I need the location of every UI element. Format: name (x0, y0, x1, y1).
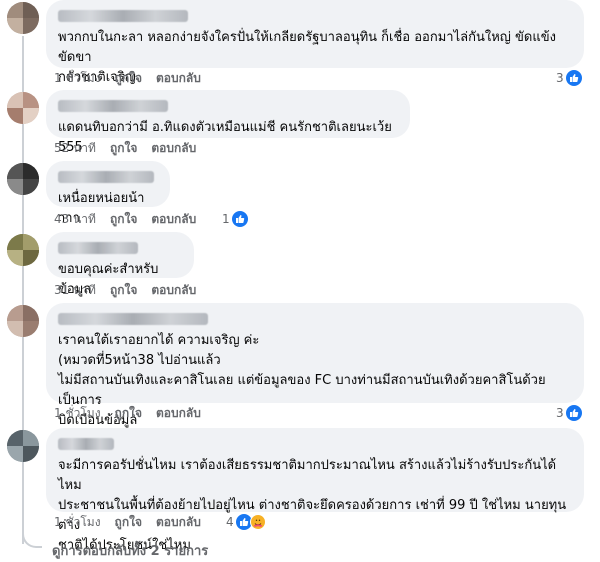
like-link[interactable]: ถูกใจ (110, 211, 137, 227)
like-link[interactable]: ถูกใจ (110, 282, 137, 298)
comment-bubble: แดดนทิบอกว่ามี อ.ทิแดงตัวเหมือนแม่ชี คนร… (46, 90, 410, 155)
reaction-count: 4 (226, 515, 234, 529)
see-replies-link[interactable]: ดูการตอบกลับทั้ง 2 รายการ (52, 540, 208, 561)
reaction-summary[interactable]: 1 (222, 211, 248, 227)
timestamp[interactable]: 1 ชั่วโมง (54, 514, 101, 530)
comment-bubble: เหนื่อยหน่อยน้าาาา (46, 161, 170, 226)
reply-link[interactable]: ตอบกลับ (156, 514, 201, 530)
reaction-count: 3 (556, 71, 564, 85)
comment-actions: 1 ชั่วโมง ถูกใจ ตอบกลับ (54, 70, 201, 86)
reply-link[interactable]: ตอบกลับ (156, 405, 201, 421)
reaction-count: 3 (556, 406, 564, 420)
comment-actions: 31 นาที ถูกใจ ตอบกลับ (54, 282, 196, 298)
comment-bubble: พวกกบในกะลา หลอกง่ายจังใครปั่นให้เกลียดร… (46, 0, 584, 85)
like-link[interactable]: ถูกใจ (115, 405, 142, 421)
reaction-summary[interactable]: 3 (556, 405, 582, 421)
like-icon (231, 211, 248, 227)
avatar[interactable] (7, 305, 39, 337)
comment-bubble: ขอบคุณค่ะสำหรับข้อมูล (46, 232, 194, 297)
timestamp[interactable]: 1 ชั่วโมง (54, 70, 101, 86)
timestamp[interactable]: 43 นาที (54, 211, 96, 227)
reply-link[interactable]: ตอบกลับ (156, 70, 201, 86)
reaction-summary[interactable]: 4 (226, 514, 266, 530)
like-icon (565, 70, 582, 86)
author-name-redacted[interactable] (58, 100, 168, 112)
author-name-redacted[interactable] (58, 242, 138, 254)
author-name-redacted[interactable] (58, 10, 188, 22)
author-name-redacted[interactable] (58, 313, 208, 325)
reaction-count: 1 (222, 212, 230, 226)
avatar[interactable] (7, 430, 39, 462)
like-link[interactable]: ถูกใจ (115, 70, 142, 86)
like-icon (565, 405, 582, 421)
care-hug-icon (249, 514, 266, 530)
comment-actions: 1 ชั่วโมง ถูกใจ ตอบกลับ (54, 405, 201, 421)
thread-connector (22, 528, 42, 548)
comment-bubble: จะมีการคอรัปชั่นไหม เราต้องเสียธรรมชาติม… (46, 428, 584, 553)
avatar[interactable] (7, 2, 39, 34)
like-link[interactable]: ถูกใจ (110, 140, 137, 156)
timestamp[interactable]: 52 นาที (54, 140, 96, 156)
comment-bubble: เราคนใต้เราอยากได้ ความเจริญ ค่ะ (หมวดที… (46, 303, 584, 428)
like-link[interactable]: ถูกใจ (115, 514, 142, 530)
avatar[interactable] (7, 234, 39, 266)
comment-actions: 1 ชั่วโมง ถูกใจ ตอบกลับ (54, 514, 201, 530)
reply-link[interactable]: ตอบกลับ (151, 211, 196, 227)
avatar[interactable] (7, 92, 39, 124)
author-name-redacted[interactable] (58, 438, 114, 450)
author-name-redacted[interactable] (58, 171, 154, 183)
timestamp[interactable]: 31 นาที (54, 282, 96, 298)
reaction-summary[interactable]: 3 (556, 70, 582, 86)
comment-actions: 52 นาที ถูกใจ ตอบกลับ (54, 140, 196, 156)
timestamp[interactable]: 1 ชั่วโมง (54, 405, 101, 421)
reply-link[interactable]: ตอบกลับ (151, 140, 196, 156)
comment-actions: 43 นาที ถูกใจ ตอบกลับ (54, 211, 196, 227)
reply-link[interactable]: ตอบกลับ (151, 282, 196, 298)
avatar[interactable] (7, 163, 39, 195)
